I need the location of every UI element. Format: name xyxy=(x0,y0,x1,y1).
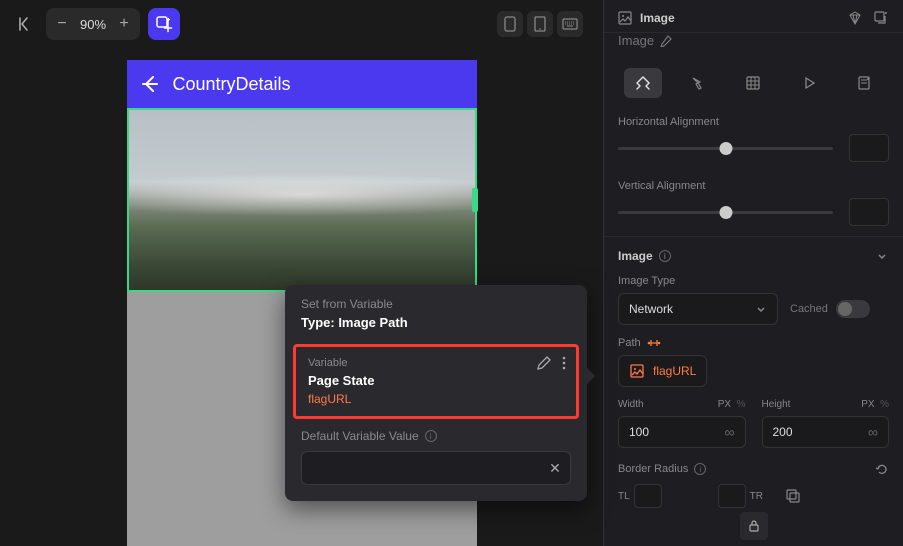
width-infinity-icon[interactable]: ∞ xyxy=(725,424,735,440)
back-arrow-icon[interactable] xyxy=(139,73,161,95)
device-mobile-icon[interactable] xyxy=(497,11,523,37)
link-radius-icon[interactable] xyxy=(740,512,768,540)
image-preview xyxy=(129,110,475,290)
h-align-value-box[interactable] xyxy=(849,134,889,162)
clear-input-icon[interactable]: ✕ xyxy=(540,460,570,477)
border-radius-label: Border Radius xyxy=(618,463,688,475)
panel-widget-name: Image xyxy=(618,33,654,48)
tab-animate[interactable] xyxy=(790,68,828,98)
tab-actions[interactable] xyxy=(679,68,717,98)
border-tr-input[interactable] xyxy=(718,484,746,508)
v-align-value-box[interactable] xyxy=(849,198,889,226)
image-widget[interactable]: Image xyxy=(127,108,477,292)
properties-panel: Image Image Horizontal Alignment Vertica… xyxy=(603,0,903,546)
variable-box[interactable]: Variable Page State flagURL xyxy=(293,344,579,419)
edit-variable-icon[interactable] xyxy=(536,355,552,371)
popover-title: Type: Image Path xyxy=(301,315,571,330)
height-infinity-icon[interactable]: ∞ xyxy=(868,424,878,440)
reset-border-radius-icon[interactable] xyxy=(875,462,889,476)
width-label: Width xyxy=(618,399,644,410)
h-align-label: Horizontal Alignment xyxy=(618,116,889,128)
zoom-in-button[interactable]: + xyxy=(112,15,136,33)
v-align-slider[interactable] xyxy=(618,211,833,214)
variable-label: Variable xyxy=(308,357,564,369)
image-type-icon xyxy=(618,11,632,25)
top-toolbar: − 90% + xyxy=(0,0,603,48)
image-path-icon xyxy=(629,363,645,379)
path-label: Path xyxy=(618,337,641,349)
cached-toggle[interactable] xyxy=(836,300,870,318)
variable-link-icon[interactable] xyxy=(647,338,661,348)
info-icon[interactable]: i xyxy=(694,463,706,475)
image-section-title: Image xyxy=(618,249,653,263)
h-align-slider[interactable] xyxy=(618,147,833,150)
panel-widget-type: Image xyxy=(640,11,675,25)
zoom-out-button[interactable]: − xyxy=(50,15,74,33)
tab-backend[interactable] xyxy=(734,68,772,98)
zoom-control: − 90% + xyxy=(46,8,140,40)
page-title: CountryDetails xyxy=(173,74,291,95)
copy-radius-icon[interactable] xyxy=(783,486,803,506)
height-label: Height xyxy=(762,399,791,410)
default-value-label: Default Variable Value i xyxy=(301,429,571,443)
keyboard-icon[interactable] xyxy=(557,11,583,37)
popover-arrow xyxy=(587,368,595,384)
default-value-input[interactable] xyxy=(302,461,540,476)
zoom-value: 90% xyxy=(74,17,112,32)
chevron-down-icon[interactable] xyxy=(875,249,889,263)
border-tl-input[interactable] xyxy=(634,484,662,508)
more-options-icon[interactable] xyxy=(562,355,566,371)
path-value: flagURL xyxy=(653,364,696,378)
width-input[interactable] xyxy=(629,425,725,439)
diamond-icon[interactable] xyxy=(847,10,863,26)
image-type-select[interactable]: Network xyxy=(618,293,778,325)
height-input[interactable] xyxy=(773,425,869,439)
back-start-button[interactable] xyxy=(8,9,38,39)
popover-subtitle: Set from Variable xyxy=(301,297,571,311)
add-widget-button[interactable] xyxy=(148,8,180,40)
resize-handle-right[interactable] xyxy=(472,188,478,212)
wrap-widget-icon[interactable] xyxy=(873,10,889,26)
info-icon[interactable]: i xyxy=(425,430,437,442)
tab-design[interactable] xyxy=(624,68,662,98)
image-type-label: Image Type xyxy=(618,275,889,287)
cached-label: Cached xyxy=(790,303,828,315)
variable-state: Page State xyxy=(308,373,564,388)
v-align-label: Vertical Alignment xyxy=(618,180,889,192)
tab-docs[interactable] xyxy=(845,68,883,98)
app-bar: CountryDetails xyxy=(127,60,477,108)
variable-popover: Set from Variable Type: Image Path Varia… xyxy=(285,285,587,501)
info-icon[interactable]: i xyxy=(659,250,671,262)
variable-name: flagURL xyxy=(308,392,564,406)
device-tablet-icon[interactable] xyxy=(527,11,553,37)
path-value-pill[interactable]: flagURL xyxy=(618,355,707,387)
edit-name-icon[interactable] xyxy=(660,35,672,47)
